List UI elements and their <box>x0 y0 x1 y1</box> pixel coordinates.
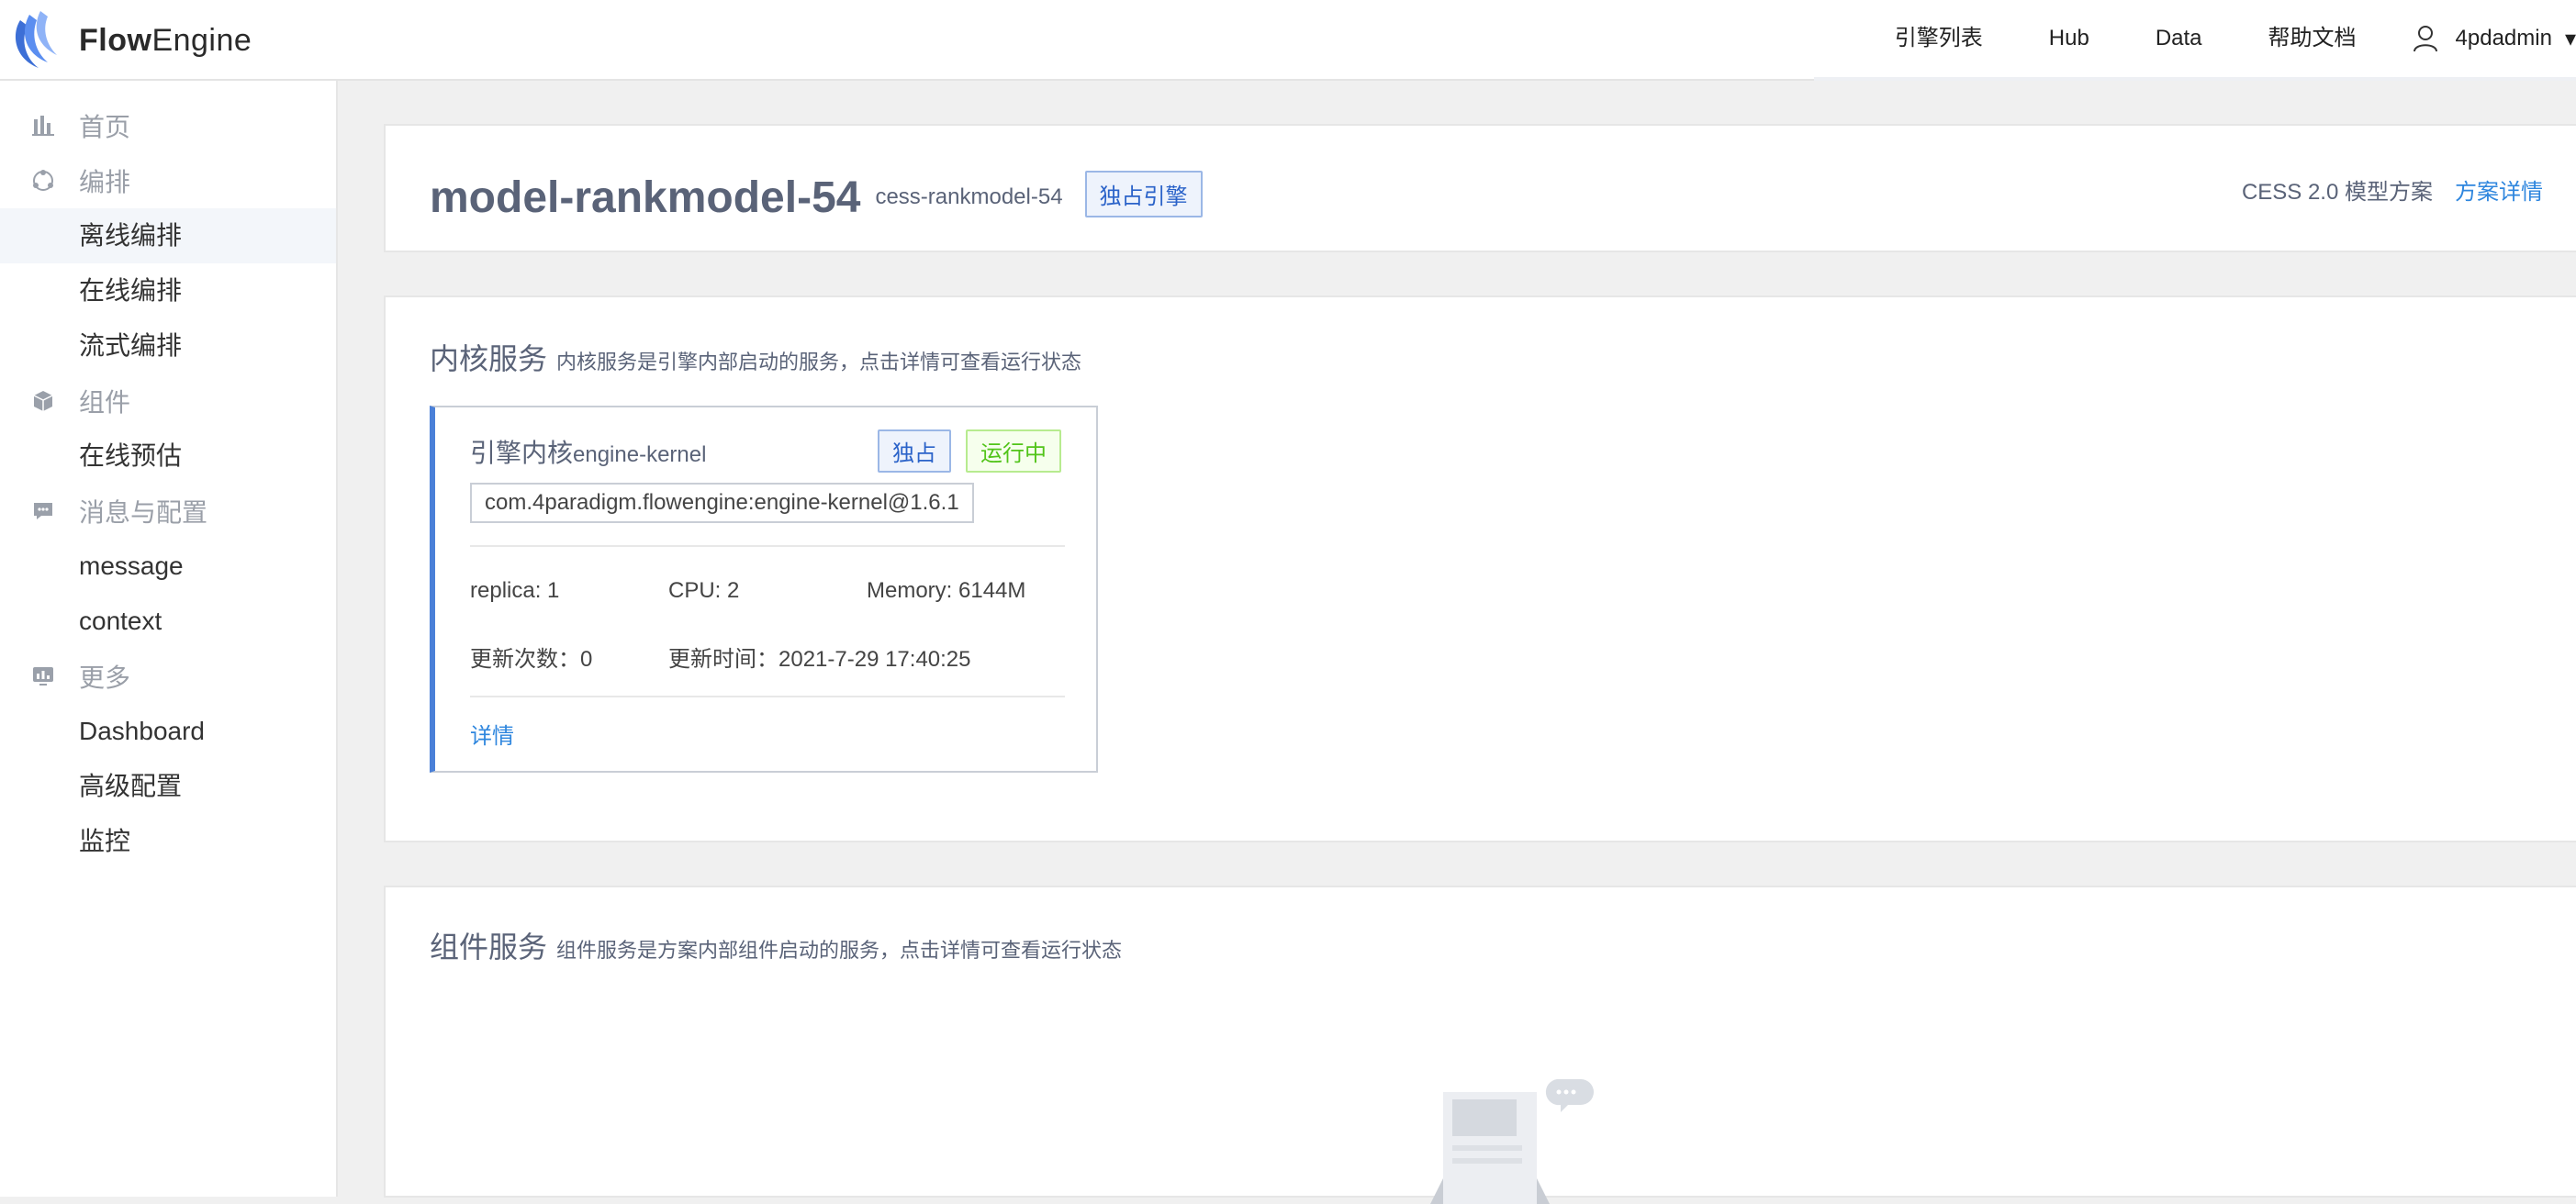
sidebar-item-online-orchestration[interactable]: 在线编排 <box>0 263 336 318</box>
bar-chart-icon <box>31 114 55 138</box>
divider <box>470 545 1065 547</box>
nav-engine-list[interactable]: 引擎列表 <box>1862 0 2016 77</box>
sidebar: 首页 编排 离线编排 在线编排 流式编排 组件 在线预估 消息与配置 messa… <box>0 81 338 1197</box>
cube-icon <box>31 389 55 413</box>
orchestration-icon <box>31 169 55 193</box>
divider <box>470 696 1065 697</box>
flowengine-logo-icon <box>15 11 57 68</box>
exclusive-badge: 独占 <box>878 429 951 473</box>
sidebar-item-label: 消息与配置 <box>79 498 208 527</box>
sidebar-item-dashboard[interactable]: Dashboard <box>0 704 336 759</box>
kernel-detail-link[interactable]: 详情 <box>470 718 514 750</box>
kernel-name-cn: 引擎内核 <box>470 439 574 467</box>
page-title: model-rankmodel-54 <box>430 173 861 222</box>
empty-state-illustration <box>1430 1079 1594 1204</box>
sidebar-group-orchestration[interactable]: 编排 <box>0 153 336 208</box>
top-nav: 引擎列表 Hub Data 帮助文档 4pdadmin ▾ <box>1862 0 2576 77</box>
update-time: 更新时间：2021-7-29 17:40:25 <box>668 647 971 672</box>
kernel-name-en: engine-kernel <box>573 442 707 467</box>
sidebar-item-home[interactable]: 首页 <box>0 98 336 153</box>
exclusive-engine-badge: 独占引擎 <box>1084 171 1203 217</box>
status-badge: 运行中 <box>966 429 1061 473</box>
update-count: 更新次数：0 <box>470 647 593 672</box>
user-icon <box>2413 26 2437 52</box>
sidebar-group-messages-config[interactable]: 消息与配置 <box>0 484 336 539</box>
memory-stat: Memory: 6144M <box>867 578 1026 603</box>
message-icon <box>31 499 55 523</box>
app-name: FlowEngine <box>79 22 252 58</box>
nav-help-docs[interactable]: 帮助文档 <box>2235 0 2390 77</box>
sidebar-item-label: 组件 <box>79 388 131 417</box>
top-bar: FlowEngine 引擎列表 Hub Data 帮助文档 4pdadmin ▾ <box>0 0 2576 81</box>
kernel-section-title: 内核服务 <box>430 342 548 375</box>
model-header-panel: model-rankmodel-54 cess-rankmodel-54 独占引… <box>384 124 2576 252</box>
more-icon <box>31 664 55 688</box>
sidebar-item-context[interactable]: context <box>0 594 336 649</box>
kernel-services-panel: 内核服务 内核服务是引擎内部启动的服务，点击详情可查看运行状态 引擎内核 eng… <box>384 295 2576 842</box>
nav-data[interactable]: Data <box>2122 0 2235 77</box>
cpu-stat: CPU: 2 <box>668 578 740 603</box>
scheme-detail-link[interactable]: 方案详情 <box>2455 173 2543 206</box>
user-menu[interactable]: 4pdadmin ▾ <box>2412 0 2576 77</box>
nav-hub[interactable]: Hub <box>2016 0 2122 77</box>
component-services-panel: 组件服务 组件服务是方案内部组件启动的服务，点击详情可查看运行状态 <box>384 886 2576 1204</box>
sidebar-group-more[interactable]: 更多 <box>0 649 336 704</box>
engine-kernel-card: 引擎内核 engine-kernel 独占 运行中 com.4paradigm.… <box>430 406 1098 773</box>
sidebar-item-label: 首页 <box>79 113 131 141</box>
kernel-section-desc: 内核服务是引擎内部启动的服务，点击详情可查看运行状态 <box>556 351 1082 373</box>
sidebar-item-stream-orchestration[interactable]: 流式编排 <box>0 318 336 373</box>
component-section-desc: 组件服务是方案内部组件启动的服务，点击详情可查看运行状态 <box>556 939 1123 962</box>
scheme-name: CESS 2.0 模型方案 <box>2241 180 2433 205</box>
app-logo[interactable]: FlowEngine <box>7 7 252 73</box>
sidebar-item-label: 编排 <box>79 168 131 196</box>
nav-divider <box>1814 77 2576 81</box>
package-name: com.4paradigm.flowengine:engine-kernel@1… <box>470 483 974 523</box>
sidebar-item-label: 更多 <box>79 663 131 692</box>
sidebar-item-message[interactable]: message <box>0 539 336 594</box>
page-subtitle: cess-rankmodel-54 <box>875 184 1063 209</box>
component-section-title: 组件服务 <box>430 931 548 964</box>
sidebar-group-components[interactable]: 组件 <box>0 373 336 429</box>
section-title: 内核服务 内核服务是引擎内部启动的服务，点击详情可查看运行状态 <box>430 336 1081 378</box>
user-name: 4pdadmin <box>2455 26 2552 50</box>
sidebar-item-monitoring[interactable]: 监控 <box>0 814 336 869</box>
sidebar-item-advanced-config[interactable]: 高级配置 <box>0 759 336 814</box>
sidebar-item-offline-orchestration[interactable]: 离线编排 <box>0 208 336 263</box>
chevron-down-icon: ▾ <box>2564 26 2576 51</box>
section-title: 组件服务 组件服务是方案内部组件启动的服务，点击详情可查看运行状态 <box>430 924 1122 966</box>
replica-stat: replica: 1 <box>470 578 560 603</box>
sidebar-item-online-prediction[interactable]: 在线预估 <box>0 429 336 484</box>
